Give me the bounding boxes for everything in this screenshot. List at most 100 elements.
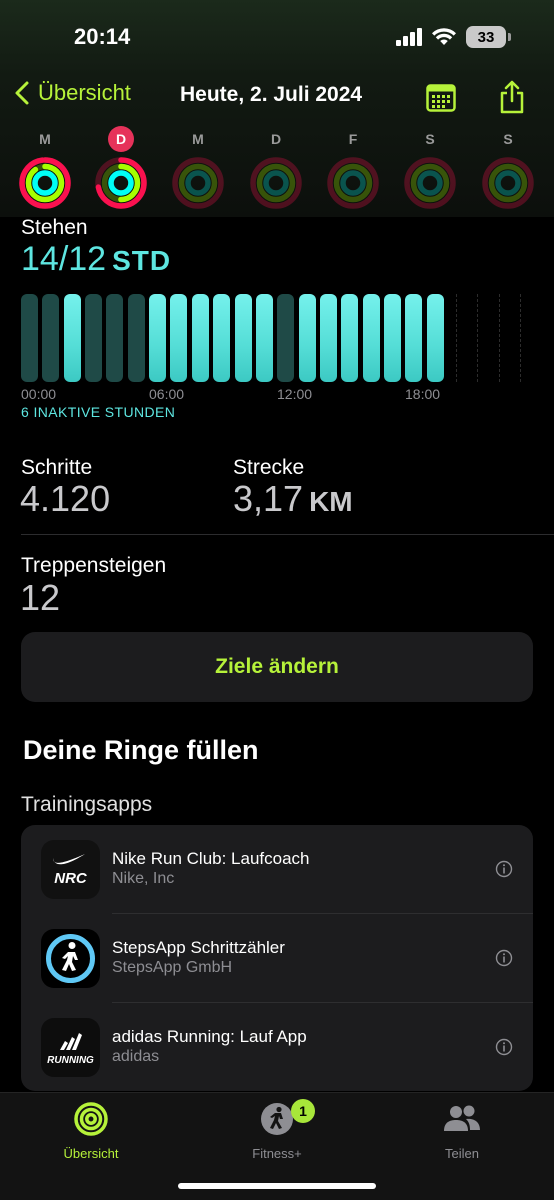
app-developer: StepsApp GmbH bbox=[112, 959, 233, 976]
back-button[interactable]: Übersicht bbox=[14, 80, 131, 106]
activity-ring-icon bbox=[327, 157, 379, 209]
day-6[interactable]: S bbox=[480, 126, 536, 215]
stand-hour-bar bbox=[520, 294, 522, 382]
app-name: StepsApp Schrittzähler bbox=[112, 938, 285, 957]
stand-hour-bar bbox=[21, 294, 38, 382]
activity-ring-icon bbox=[172, 157, 224, 209]
stand-value: 14/12 STD bbox=[21, 240, 171, 279]
inactive-hours: 6 INAKTIVE STUNDEN bbox=[21, 404, 176, 420]
week-strip: MDMDFSS bbox=[0, 126, 554, 214]
nike-run-club-icon: NRC bbox=[41, 840, 100, 899]
day-letter: D bbox=[108, 126, 134, 152]
day-3[interactable]: D bbox=[248, 126, 304, 215]
day-4[interactable]: F bbox=[325, 126, 381, 215]
tab-label: Teilen bbox=[445, 1146, 479, 1161]
fitness-plus-icon bbox=[261, 1103, 293, 1135]
cellular-signal-icon bbox=[396, 28, 422, 46]
stand-hour-bar bbox=[426, 294, 444, 382]
stand-hour-bar bbox=[255, 294, 273, 382]
app-name: Nike Run Club: Laufcoach bbox=[112, 849, 310, 868]
app-developer: adidas bbox=[112, 1048, 160, 1065]
stand-hour-bar bbox=[85, 294, 103, 382]
stand-hour-bar bbox=[277, 294, 295, 382]
stand-hour-bar bbox=[383, 294, 401, 382]
stand-hour-bar bbox=[405, 294, 423, 382]
divider bbox=[21, 534, 554, 535]
status-time: 20:14 bbox=[74, 24, 131, 49]
app-row-adidas-running[interactable]: RUNNING adidas Running: Lauf App adidas bbox=[21, 1003, 533, 1091]
battery-indicator: 33 bbox=[466, 26, 511, 48]
training-apps-list: NRC Nike Run Club: Laufcoach Nike, Inc S… bbox=[21, 825, 533, 1091]
stand-hour-bar bbox=[42, 294, 60, 382]
steps-label: Schritte bbox=[21, 456, 93, 479]
adidas-running-icon: RUNNING bbox=[41, 1018, 100, 1077]
nrc-logo-text: NRC bbox=[54, 870, 88, 887]
flights-value: 12 bbox=[20, 577, 61, 618]
share-button[interactable] bbox=[498, 80, 526, 114]
steps-value: 4.120 bbox=[20, 478, 111, 519]
app-row-stepsapp[interactable]: StepsApp Schrittzähler StepsApp GmbH bbox=[21, 914, 533, 1003]
people-icon bbox=[444, 1105, 480, 1131]
stand-hour-bar bbox=[234, 294, 252, 382]
info-icon[interactable] bbox=[495, 860, 513, 878]
info-icon[interactable] bbox=[495, 949, 513, 967]
stand-hour-bar bbox=[298, 294, 316, 382]
stepsapp-icon bbox=[41, 929, 100, 988]
activity-ring-icon bbox=[250, 157, 302, 209]
change-goals-button[interactable]: Ziele ändern bbox=[21, 632, 533, 702]
stand-hour-bar bbox=[456, 294, 457, 382]
hour-label-6: 06:00 bbox=[149, 386, 185, 402]
hour-label-18: 18:00 bbox=[405, 386, 441, 402]
stand-hour-bar bbox=[191, 294, 209, 382]
stand-hour-bar bbox=[498, 294, 500, 382]
app-name: adidas Running: Lauf App bbox=[112, 1027, 307, 1046]
rings-section-title: Deine Ringe füllen bbox=[23, 735, 259, 765]
calendar-icon bbox=[426, 84, 456, 112]
hour-label-12: 12:00 bbox=[277, 386, 313, 402]
adidas-logo-text: RUNNING bbox=[47, 1055, 94, 1066]
home-indicator bbox=[178, 1183, 376, 1189]
day-letter: M bbox=[192, 131, 204, 147]
distance-number: 3,17 bbox=[233, 478, 304, 519]
stand-hour-bar bbox=[341, 294, 359, 382]
stand-hour-bar bbox=[362, 294, 380, 382]
activity-ring-icon bbox=[19, 157, 71, 209]
activity-ring-icon bbox=[404, 157, 456, 209]
back-label: Übersicht bbox=[38, 80, 131, 105]
status-icons: 33 bbox=[396, 26, 511, 48]
info-icon[interactable] bbox=[495, 1038, 513, 1056]
stand-hour-bar bbox=[127, 294, 145, 382]
distance-value: 3,17 KM bbox=[233, 478, 353, 520]
day-letter: S bbox=[503, 131, 513, 147]
stand-hour-bar bbox=[170, 294, 188, 382]
day-letter: F bbox=[348, 131, 358, 147]
activity-rings-icon bbox=[74, 1102, 108, 1136]
wifi-icon bbox=[432, 28, 456, 45]
app-row-nike-run-club[interactable]: NRC Nike Run Club: Laufcoach Nike, Inc bbox=[21, 825, 533, 914]
tab-overview[interactable]: Übersicht bbox=[21, 1101, 161, 1161]
day-letter: S bbox=[425, 131, 435, 147]
tab-share[interactable]: Teilen bbox=[392, 1101, 532, 1161]
stand-hour-bar bbox=[63, 294, 81, 382]
share-icon bbox=[500, 80, 524, 114]
chevron-left-icon bbox=[15, 81, 29, 105]
distance-label: Strecke bbox=[233, 456, 305, 479]
calendar-button[interactable] bbox=[426, 84, 456, 112]
day-5[interactable]: S bbox=[402, 126, 458, 215]
flights-label: Treppensteigen bbox=[21, 554, 167, 577]
day-1[interactable]: D bbox=[93, 126, 149, 215]
day-letter: M bbox=[39, 131, 51, 147]
day-letter: D bbox=[270, 131, 282, 147]
tab-label: Übersicht bbox=[63, 1146, 119, 1161]
header: 20:14 33 Übersicht Heute, 2. Juli 2024 M… bbox=[0, 0, 554, 217]
tab-fitness-plus[interactable]: 1 Fitness+ bbox=[207, 1099, 347, 1161]
activity-ring-icon bbox=[95, 157, 147, 209]
stand-hour-bar bbox=[106, 294, 124, 382]
stand-hour-bar bbox=[213, 294, 231, 382]
day-0[interactable]: M bbox=[17, 126, 73, 215]
day-2[interactable]: M bbox=[170, 126, 226, 215]
navigation-bar: Übersicht Heute, 2. Juli 2024 bbox=[0, 80, 554, 116]
activity-ring-icon bbox=[482, 157, 534, 209]
distance-unit: KM bbox=[309, 486, 353, 517]
stand-hour-bar bbox=[319, 294, 337, 382]
